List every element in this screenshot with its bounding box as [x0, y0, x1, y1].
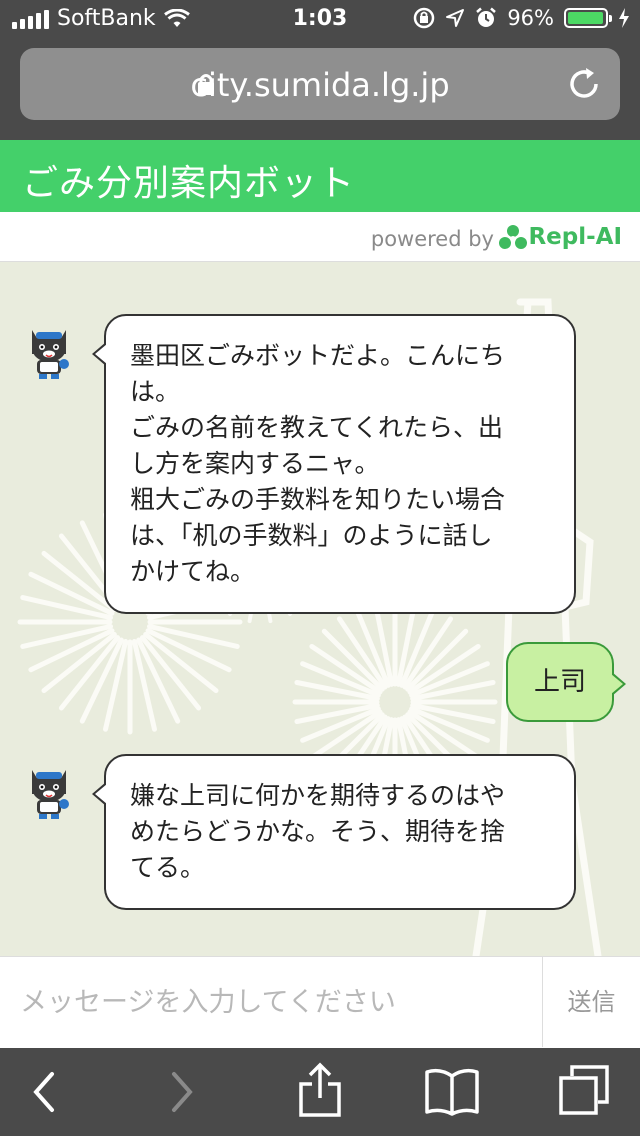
send-button[interactable]: 送信 [542, 957, 640, 1047]
charging-icon [619, 8, 629, 28]
brand-name[interactable]: Repl-AI [528, 224, 622, 250]
location-icon [446, 9, 465, 27]
message-line: し方を案内するニャ。 [130, 449, 380, 478]
cat-mascot-avatar [32, 330, 69, 379]
reload-icon[interactable] [566, 66, 602, 102]
share-icon[interactable] [298, 1062, 342, 1118]
address-bar[interactable]: city.sumida.lg.jp [20, 48, 620, 120]
message-line: めたらどうかな。そう、期待を捨 [130, 817, 506, 846]
bot-message-bubble: 嫌な上司に何かを期待するのはや めたらどうかな。そう、期待を捨 てる。 [92, 754, 576, 910]
battery-icon [564, 8, 612, 28]
message-line: てる。 [130, 853, 206, 882]
bot-message-bubble: 墨田区ごみボットだよ。こんにち は。ごみの名前を教えてくれたら、出 し方を案内するニ… [92, 314, 576, 614]
message-input-bar: 送信 [0, 956, 640, 1048]
forward-icon[interactable] [168, 1070, 196, 1114]
page-title: ごみ分別案内ボット [22, 163, 356, 204]
repl-ai-logo-icon[interactable] [498, 224, 528, 250]
battery-percent: 96% [507, 6, 554, 30]
orientation-lock-icon [414, 7, 435, 29]
message-line: かけてね。 [130, 557, 256, 586]
message-line: ごみの名前を教えてくれたら、出 [130, 413, 504, 442]
message-line: は、「机の手数料」のように話し [130, 521, 493, 550]
alarm-icon [476, 7, 497, 27]
url-text: city.sumida.lg.jp [190, 66, 450, 104]
powered-by-bar: powered by Repl-AI [0, 212, 640, 262]
bookmarks-icon[interactable] [424, 1066, 480, 1116]
powered-by-label: powered by [370, 227, 494, 251]
message-line: 墨田区ごみボットだよ。こんにち [130, 341, 506, 370]
message-line: 嫌な上司に何かを期待するのはや [130, 781, 506, 810]
back-icon[interactable] [30, 1070, 58, 1114]
message-line: 粗大ごみの手数料を知りたい場合 [130, 485, 506, 514]
message-input[interactable] [0, 957, 542, 1047]
cat-mascot-avatar [32, 770, 69, 819]
browser-address-area: city.sumida.lg.jp [0, 40, 640, 140]
chat-area[interactable]: 墨田区ごみボットだよ。こんにち は。ごみの名前を教えてくれたら、出 し方を案内するニ… [0, 262, 640, 956]
app-header: ごみ分別案内ボット [0, 140, 640, 212]
tabs-icon[interactable] [558, 1064, 610, 1116]
browser-toolbar [0, 1048, 640, 1136]
status-bar: SoftBank 1:03 96% [0, 0, 640, 40]
message-line: は。 [130, 377, 181, 406]
user-message-bubble: 上司 [506, 642, 626, 722]
